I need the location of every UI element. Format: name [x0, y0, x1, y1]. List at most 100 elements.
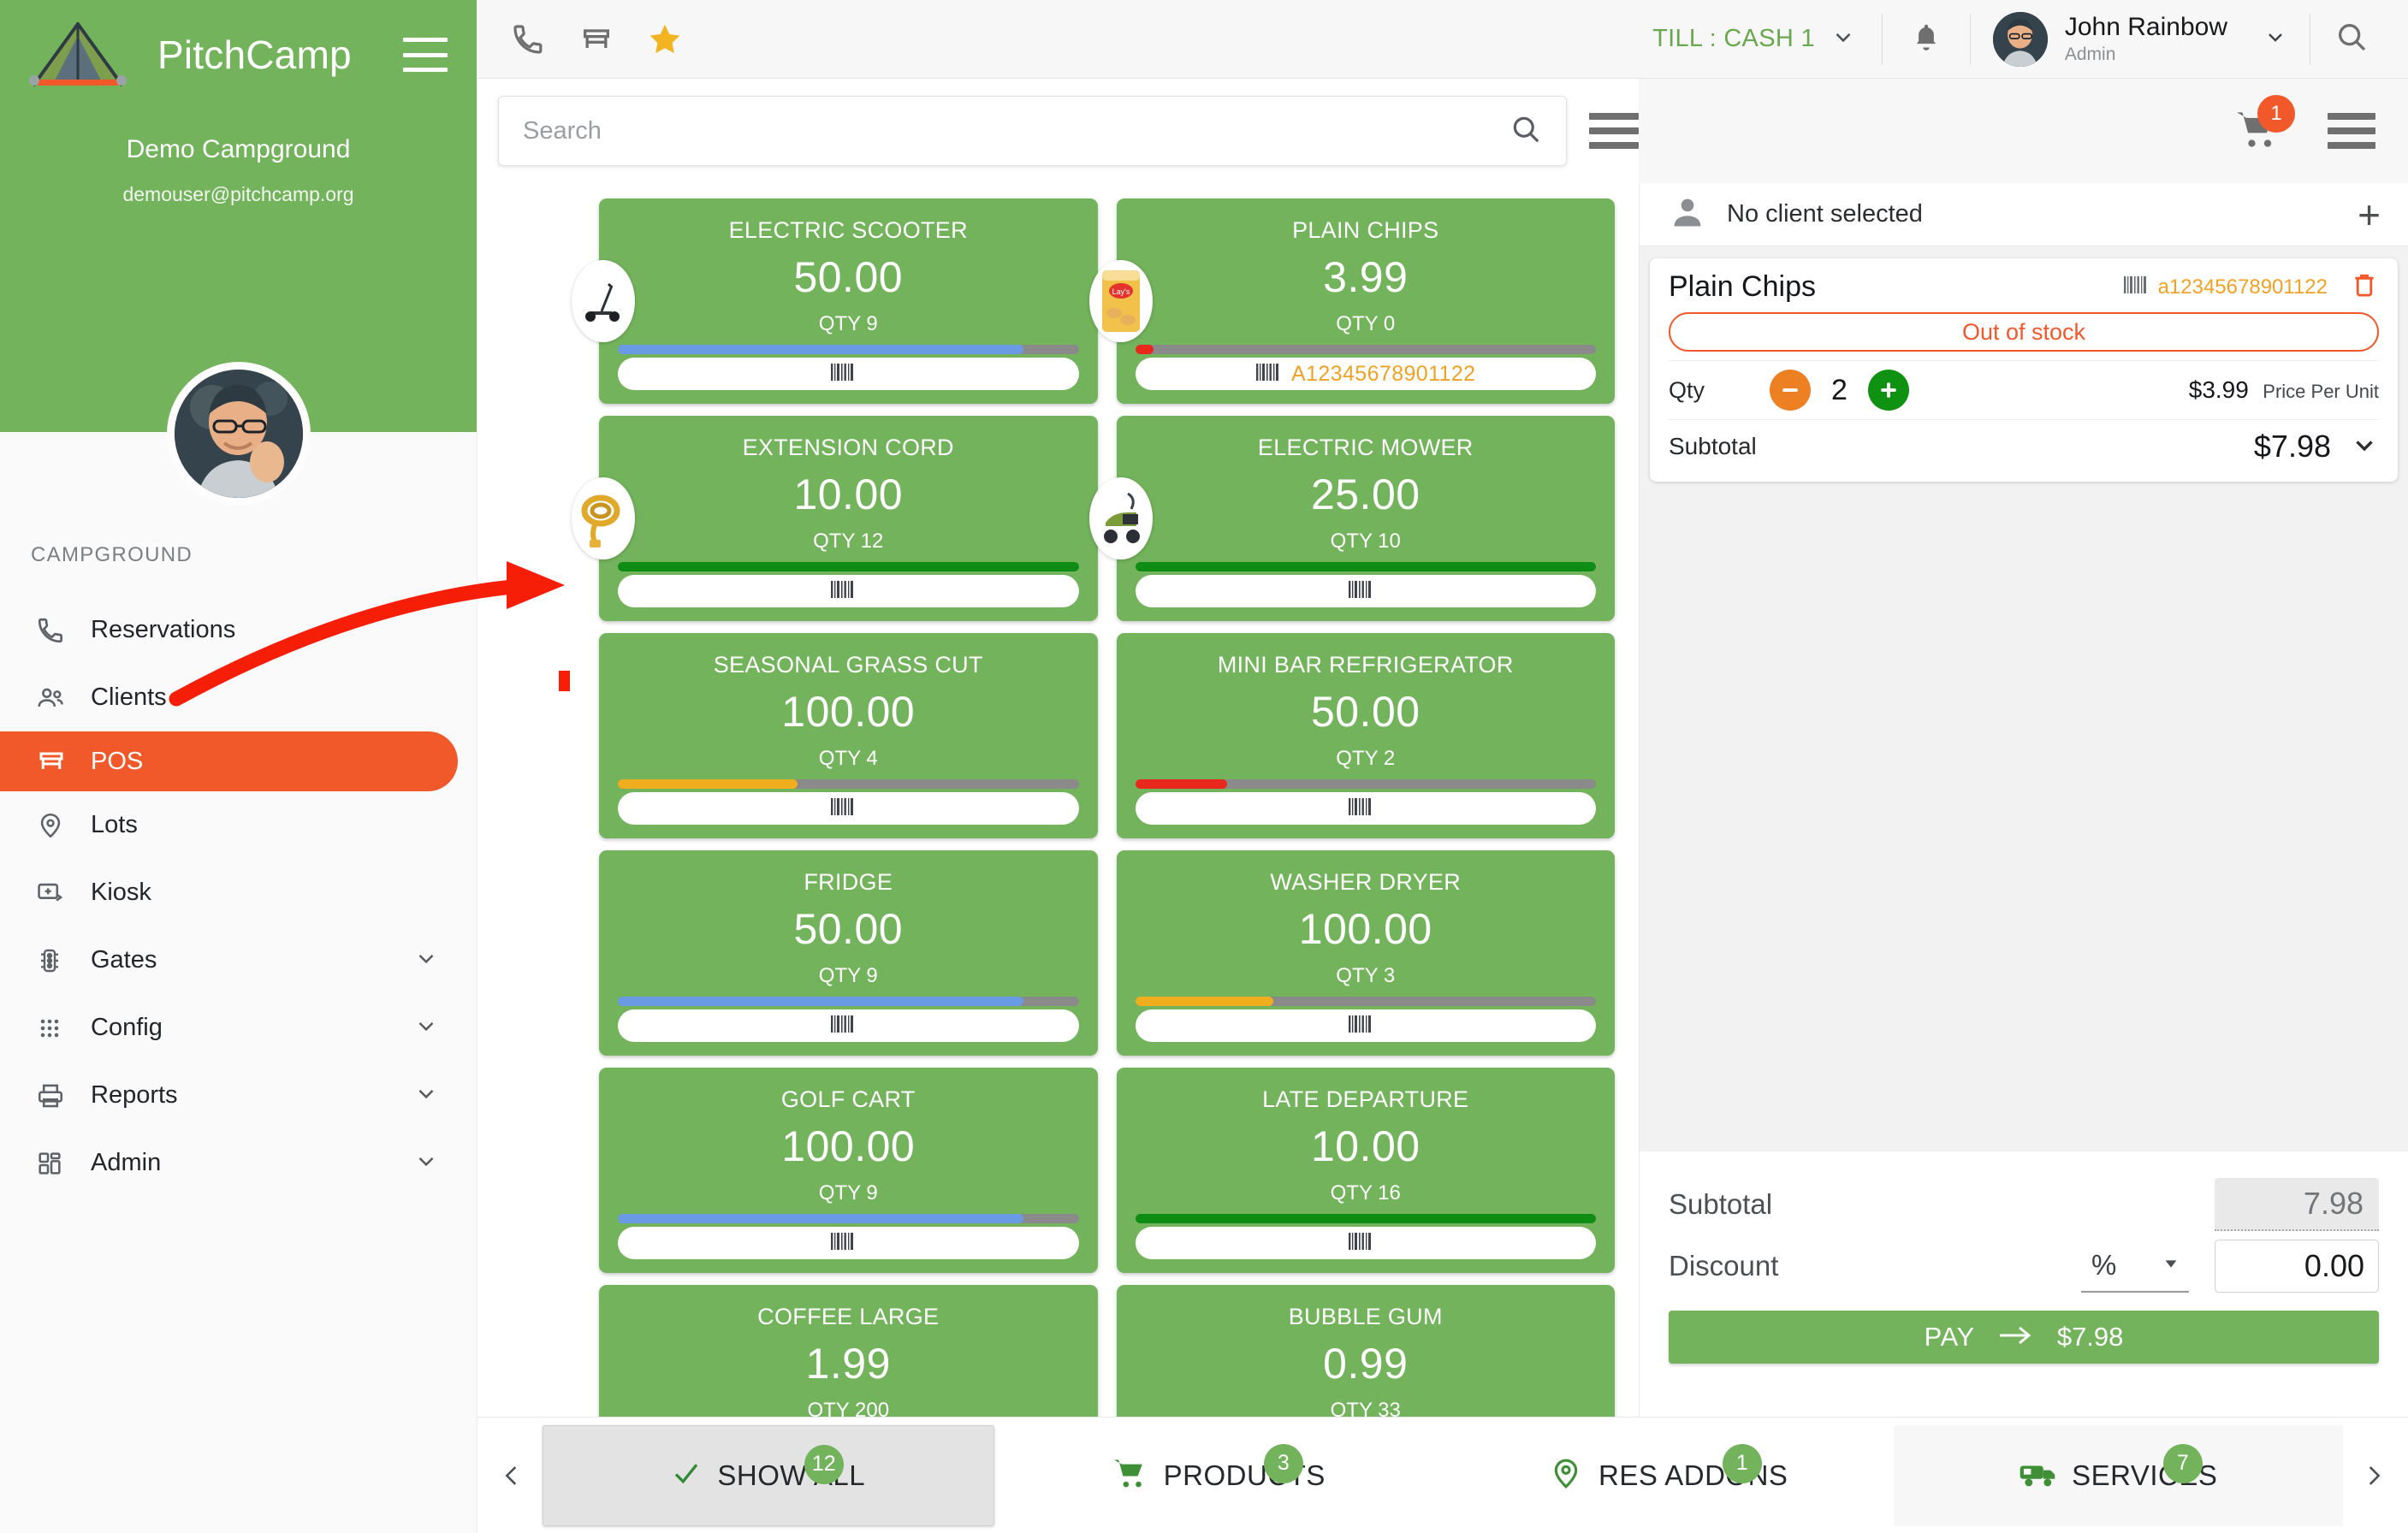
product-qty: QTY 9: [818, 1181, 878, 1204]
sidebar-item-label: POS: [91, 747, 144, 775]
cart-item-header: Plain Chips a12345678901122: [1669, 270, 2379, 304]
stock-bar: [1135, 562, 1596, 571]
add-client-button[interactable]: +: [2358, 195, 2381, 234]
sidebar-item-admin[interactable]: Admin: [0, 1129, 477, 1197]
unit-price: $3.99: [2188, 376, 2249, 403]
sidebar-item-lots[interactable]: Lots: [0, 791, 477, 859]
cart-icon: [1112, 1457, 1148, 1494]
people-icon: [36, 684, 75, 713]
search-icon[interactable]: [1509, 113, 1542, 150]
tab-badge: 3: [1263, 1443, 1303, 1483]
discount-type-select[interactable]: %: [2081, 1240, 2189, 1293]
discount-row: Discount % 0.00: [1669, 1235, 2379, 1297]
store-icon[interactable]: [577, 20, 616, 59]
cart-panel: No client selected + Plain Chips a123456…: [1639, 183, 2408, 1417]
product-thumb-scooter: [572, 260, 635, 342]
cart-icon[interactable]: 1: [2233, 94, 2295, 154]
minus-circle-icon[interactable]: [1770, 370, 1811, 411]
product-card[interactable]: LATE DEPARTURE 10.00 QTY 16: [1116, 1068, 1615, 1273]
product-card[interactable]: EXTENSION CORD 10.00 QTY 12: [572, 416, 1098, 621]
cart-item-name: Plain Chips: [1669, 270, 1816, 303]
chevron-left-icon[interactable]: [481, 1461, 543, 1490]
product-card[interactable]: BUBBLE GUM 0.99 QTY 33: [1116, 1285, 1615, 1417]
product-card[interactable]: GOLF CART 100.00 QTY 9: [599, 1068, 1098, 1273]
sidebar-item-gates[interactable]: Gates: [0, 926, 477, 994]
trash-icon[interactable]: [2350, 270, 2379, 304]
phone-icon[interactable]: [508, 20, 548, 59]
product-barcode: [1135, 1227, 1596, 1259]
list-icon[interactable]: [1589, 113, 1639, 149]
product-card[interactable]: Lay's PLAIN CHIPS 3.99 QTY 0 A1234567890…: [1088, 198, 1615, 404]
plus-circle-icon[interactable]: [1867, 370, 1909, 411]
product-price: 100.00: [781, 688, 916, 736]
tab-products[interactable]: PRODUCTS 3: [994, 1425, 1444, 1526]
product-qty: QTY 4: [818, 747, 878, 770]
pay-amount: $7.98: [2056, 1322, 2124, 1352]
product-card[interactable]: WASHER DRYER 100.00 QTY 3: [1116, 850, 1615, 1056]
barcode-icon: [830, 580, 856, 603]
sidebar-item-label: Clients: [91, 684, 167, 711]
chevron-down-icon: [2263, 25, 2287, 53]
sidebar-item-reports[interactable]: Reports: [0, 1062, 477, 1129]
product-name: PLAIN CHIPS: [1292, 217, 1439, 243]
product-barcode: [618, 792, 1079, 825]
user-menu[interactable]: John Rainbow Admin: [1971, 11, 2310, 67]
product-qty: QTY 0: [1336, 312, 1396, 335]
product-card[interactable]: COFFEE LARGE 1.99 QTY 200: [599, 1285, 1098, 1417]
product-barcode: [1135, 792, 1596, 825]
subtotal-row: Subtotal 7.98: [1669, 1174, 2379, 1235]
avatar: [1992, 11, 2048, 67]
hamburger-icon[interactable]: [2328, 113, 2375, 149]
stock-bar: [1135, 779, 1596, 789]
sidebar-item-clients[interactable]: Clients: [0, 664, 477, 731]
discount-input[interactable]: 0.00: [2215, 1240, 2379, 1293]
tab-show-all[interactable]: SHOW ALL 12: [543, 1424, 994, 1526]
stock-badge: Out of stock: [1669, 312, 2379, 352]
chevron-right-icon[interactable]: [2343, 1461, 2405, 1490]
product-card[interactable]: MINI BAR REFRIGERATOR 50.00 QTY 2: [1116, 633, 1615, 838]
stock-bar: [618, 562, 1079, 571]
sidebar-brand-row: PitchCamp: [0, 0, 477, 91]
tab-res-addons[interactable]: RES ADDONS 1: [1444, 1425, 1894, 1526]
product-card[interactable]: ELECTRIC MOWER 25.00 QTY 10: [1088, 416, 1615, 621]
cart-items-list: Plain Chips a12345678901122 Out of stock…: [1640, 246, 2408, 1151]
bell-icon[interactable]: [1883, 21, 1970, 57]
chevron-down-icon[interactable]: [2350, 430, 2379, 464]
sidebar-item-pos[interactable]: POS: [0, 731, 458, 791]
search-icon[interactable]: [2310, 20, 2393, 58]
subtotal-label: Subtotal: [1669, 1188, 1773, 1220]
barcode-icon: [830, 797, 856, 820]
product-name: LATE DEPARTURE: [1262, 1086, 1469, 1112]
search-input[interactable]: [523, 116, 1509, 145]
client-selector[interactable]: No client selected +: [1640, 183, 2408, 246]
till-selector[interactable]: TILL : CASH 1: [1652, 24, 1882, 54]
map-pin-icon: [1549, 1456, 1583, 1495]
sidebar-item-reservations[interactable]: Reservations: [0, 596, 477, 664]
product-card[interactable]: ELECTRIC SCOOTER 50.00 QTY 9: [572, 198, 1098, 404]
cart-badge: 1: [2257, 94, 2295, 133]
product-name: MINI BAR REFRIGERATOR: [1217, 652, 1514, 678]
barcode-icon: [1348, 580, 1373, 603]
chevron-down-icon: [413, 1013, 439, 1043]
tent-logo-icon: [26, 19, 130, 91]
product-thumb-chips: Lay's: [1088, 260, 1153, 342]
barcode-icon: [830, 1232, 856, 1255]
product-qty: QTY 3: [1336, 964, 1396, 987]
tab-services[interactable]: SERVICES 7: [1893, 1424, 2343, 1526]
category-tabs-bar: SHOW ALL 12 PRODUCTS 3 RES ADDONS 1 SERV…: [477, 1417, 2408, 1533]
sidebar-item-label: Gates: [91, 946, 157, 974]
pay-button[interactable]: PAY $7.98: [1669, 1311, 2379, 1364]
product-card[interactable]: SEASONAL GRASS CUT 100.00 QTY 4: [599, 633, 1098, 838]
product-card[interactable]: FRIDGE 50.00 QTY 9: [599, 850, 1098, 1056]
cart-totals: Subtotal 7.98 Discount % 0.00 PAY $7.98: [1640, 1151, 2408, 1417]
sidebar-header: PitchCamp Demo Campground demouser@pitch…: [0, 0, 477, 506]
sidebar-item-label: Lots: [91, 811, 138, 838]
sidebar-item-kiosk[interactable]: Kiosk: [0, 859, 477, 926]
product-price: 10.00: [793, 471, 904, 518]
sidebar-toggle-button[interactable]: [403, 38, 448, 72]
sidebar: PitchCamp Demo Campground demouser@pitch…: [0, 0, 477, 1533]
sidebar-item-config[interactable]: Config: [0, 994, 477, 1062]
star-icon[interactable]: [645, 20, 685, 59]
search-box[interactable]: [498, 96, 1567, 166]
tab-badge: 7: [2162, 1443, 2203, 1483]
